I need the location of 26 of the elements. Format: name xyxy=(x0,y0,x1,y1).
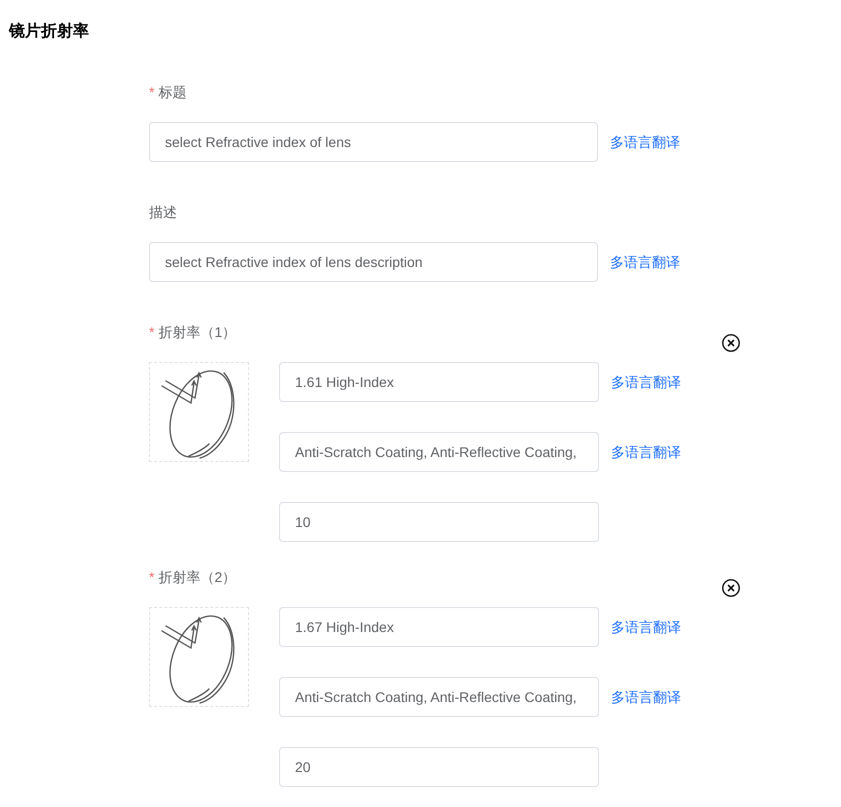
field-label: 折射率（1） xyxy=(158,323,236,342)
text-input[interactable]: 1.67 High-Index xyxy=(279,607,599,647)
text-input[interactable]: 10 xyxy=(279,502,599,542)
field-label: 标题 xyxy=(158,83,186,102)
close-icon[interactable] xyxy=(722,334,740,352)
required-mark: * xyxy=(149,83,154,102)
page-title: 镜片折射率 xyxy=(9,21,89,42)
text-input[interactable]: Anti-Scratch Coating, Anti-Reflective Coating, xyxy=(279,432,599,472)
translate-link[interactable]: 多语言翻译 xyxy=(611,372,681,392)
required-mark: * xyxy=(149,323,154,342)
image-upload-box[interactable] xyxy=(149,607,249,707)
text-input[interactable]: Anti-Scratch Coating, Anti-Reflective Coating, xyxy=(279,677,599,717)
field-label: 折射率（2） xyxy=(158,568,236,587)
text-input[interactable]: select Refractive index of lens xyxy=(149,122,598,162)
close-icon[interactable] xyxy=(722,579,740,597)
translate-link[interactable]: 多语言翻译 xyxy=(610,252,680,272)
text-input[interactable]: 1.61 High-Index xyxy=(279,362,599,402)
required-mark: * xyxy=(149,568,154,587)
translate-link[interactable]: 多语言翻译 xyxy=(610,132,680,152)
text-input[interactable]: select Refractive index of lens description xyxy=(149,242,598,282)
translate-link[interactable]: 多语言翻译 xyxy=(611,442,681,462)
text-input[interactable]: 20 xyxy=(279,747,599,787)
image-upload-box[interactable] xyxy=(149,362,249,462)
field-label: 描述 xyxy=(149,203,177,222)
translate-link[interactable]: 多语言翻译 xyxy=(611,616,681,638)
translate-link[interactable]: 多语言翻译 xyxy=(611,686,681,708)
